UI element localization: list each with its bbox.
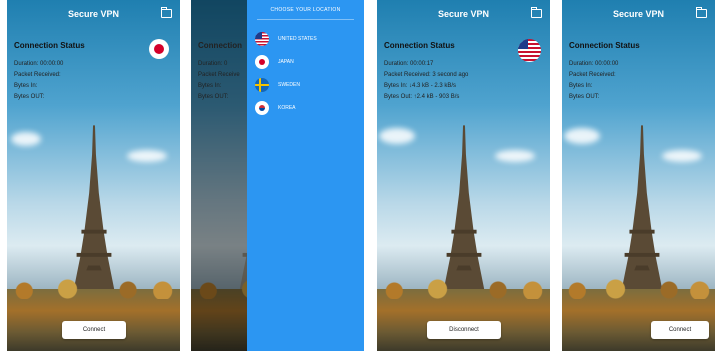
location-drawer: CHOOSE YOUR LOCATION UNITED STATES JAPAN… xyxy=(247,0,364,351)
trees xyxy=(562,279,715,351)
duration-stat: Duration: 00:00:00 xyxy=(569,61,619,67)
korea-flag-icon xyxy=(255,101,269,115)
location-item-japan[interactable]: JAPAN xyxy=(255,54,294,70)
packet-received-stat: Packet Received: xyxy=(14,72,61,78)
duration-stat: Duration: 0 xyxy=(198,61,228,67)
packet-received-stat: Packet Received: xyxy=(569,72,616,78)
japan-flag-icon xyxy=(255,55,269,69)
location-label: KOREA xyxy=(278,105,296,111)
app-title: Secure VPN xyxy=(612,9,665,19)
connect-button[interactable]: Connect xyxy=(62,321,126,339)
packet-received-stat: Packet Receive xyxy=(198,72,240,78)
disconnect-button[interactable]: Disconnect xyxy=(427,321,501,339)
location-item-sweden[interactable]: SWEDEN xyxy=(255,77,300,93)
drawer-title: CHOOSE YOUR LOCATION xyxy=(270,7,341,13)
bytes-in-stat: Bytes In: xyxy=(14,83,38,89)
bytes-out-stat: Bytes OUT: xyxy=(14,94,45,100)
trees xyxy=(7,279,180,351)
location-label: SWEDEN xyxy=(278,82,300,88)
bytes-out-stat: Bytes Out: ↑2.4 kB - 903 B/s xyxy=(384,94,460,100)
us-flag-icon[interactable] xyxy=(518,39,541,62)
app-title: Secure VPN xyxy=(437,9,490,19)
bytes-in-stat: Bytes In: xyxy=(569,83,593,89)
location-item-united-states[interactable]: UNITED STATES xyxy=(255,31,317,47)
us-flag-icon xyxy=(255,32,269,46)
connection-status-title: Connection Status xyxy=(384,41,455,50)
screen-connect-default: Secure VPN Connection Status Duration: 0… xyxy=(562,0,715,351)
screen-connected-us: Secure VPN Connection Status Duration: 0… xyxy=(377,0,550,351)
connect-button[interactable]: Connect xyxy=(651,321,709,339)
location-item-korea[interactable]: KOREA xyxy=(255,100,296,116)
packet-received-stat: Packet Received: 3 second ago xyxy=(384,72,469,78)
location-label: UNITED STATES xyxy=(278,36,317,42)
trees xyxy=(377,279,550,351)
screen-connect-japan: Secure VPN Connection Status Duration: 0… xyxy=(7,0,180,351)
location-label: JAPAN xyxy=(278,59,294,65)
connection-status-title: Connection Status xyxy=(14,41,85,50)
folder-icon[interactable] xyxy=(531,7,542,18)
bytes-out-stat: Bytes OUT: xyxy=(198,94,229,100)
connection-status-title: Connection Status xyxy=(569,41,640,50)
connection-status-title: Connection xyxy=(198,41,242,50)
divider xyxy=(257,19,354,20)
japan-flag-icon[interactable] xyxy=(149,39,169,59)
bytes-out-stat: Bytes OUT: xyxy=(569,94,600,100)
duration-stat: Duration: 00:00:17 xyxy=(384,61,434,67)
app-title: Secure VPN xyxy=(67,9,120,19)
folder-icon[interactable] xyxy=(696,7,707,18)
folder-icon[interactable] xyxy=(161,7,172,18)
bytes-in-stat: Bytes In: ↓4.3 kB - 2.3 kB/s xyxy=(384,83,457,89)
duration-stat: Duration: 00:00:00 xyxy=(14,61,64,67)
sweden-flag-icon xyxy=(255,78,269,92)
bytes-in-stat: Bytes In: xyxy=(198,83,222,89)
screen-location-drawer: Connection Duration: 0 Packet Receive By… xyxy=(191,0,364,351)
